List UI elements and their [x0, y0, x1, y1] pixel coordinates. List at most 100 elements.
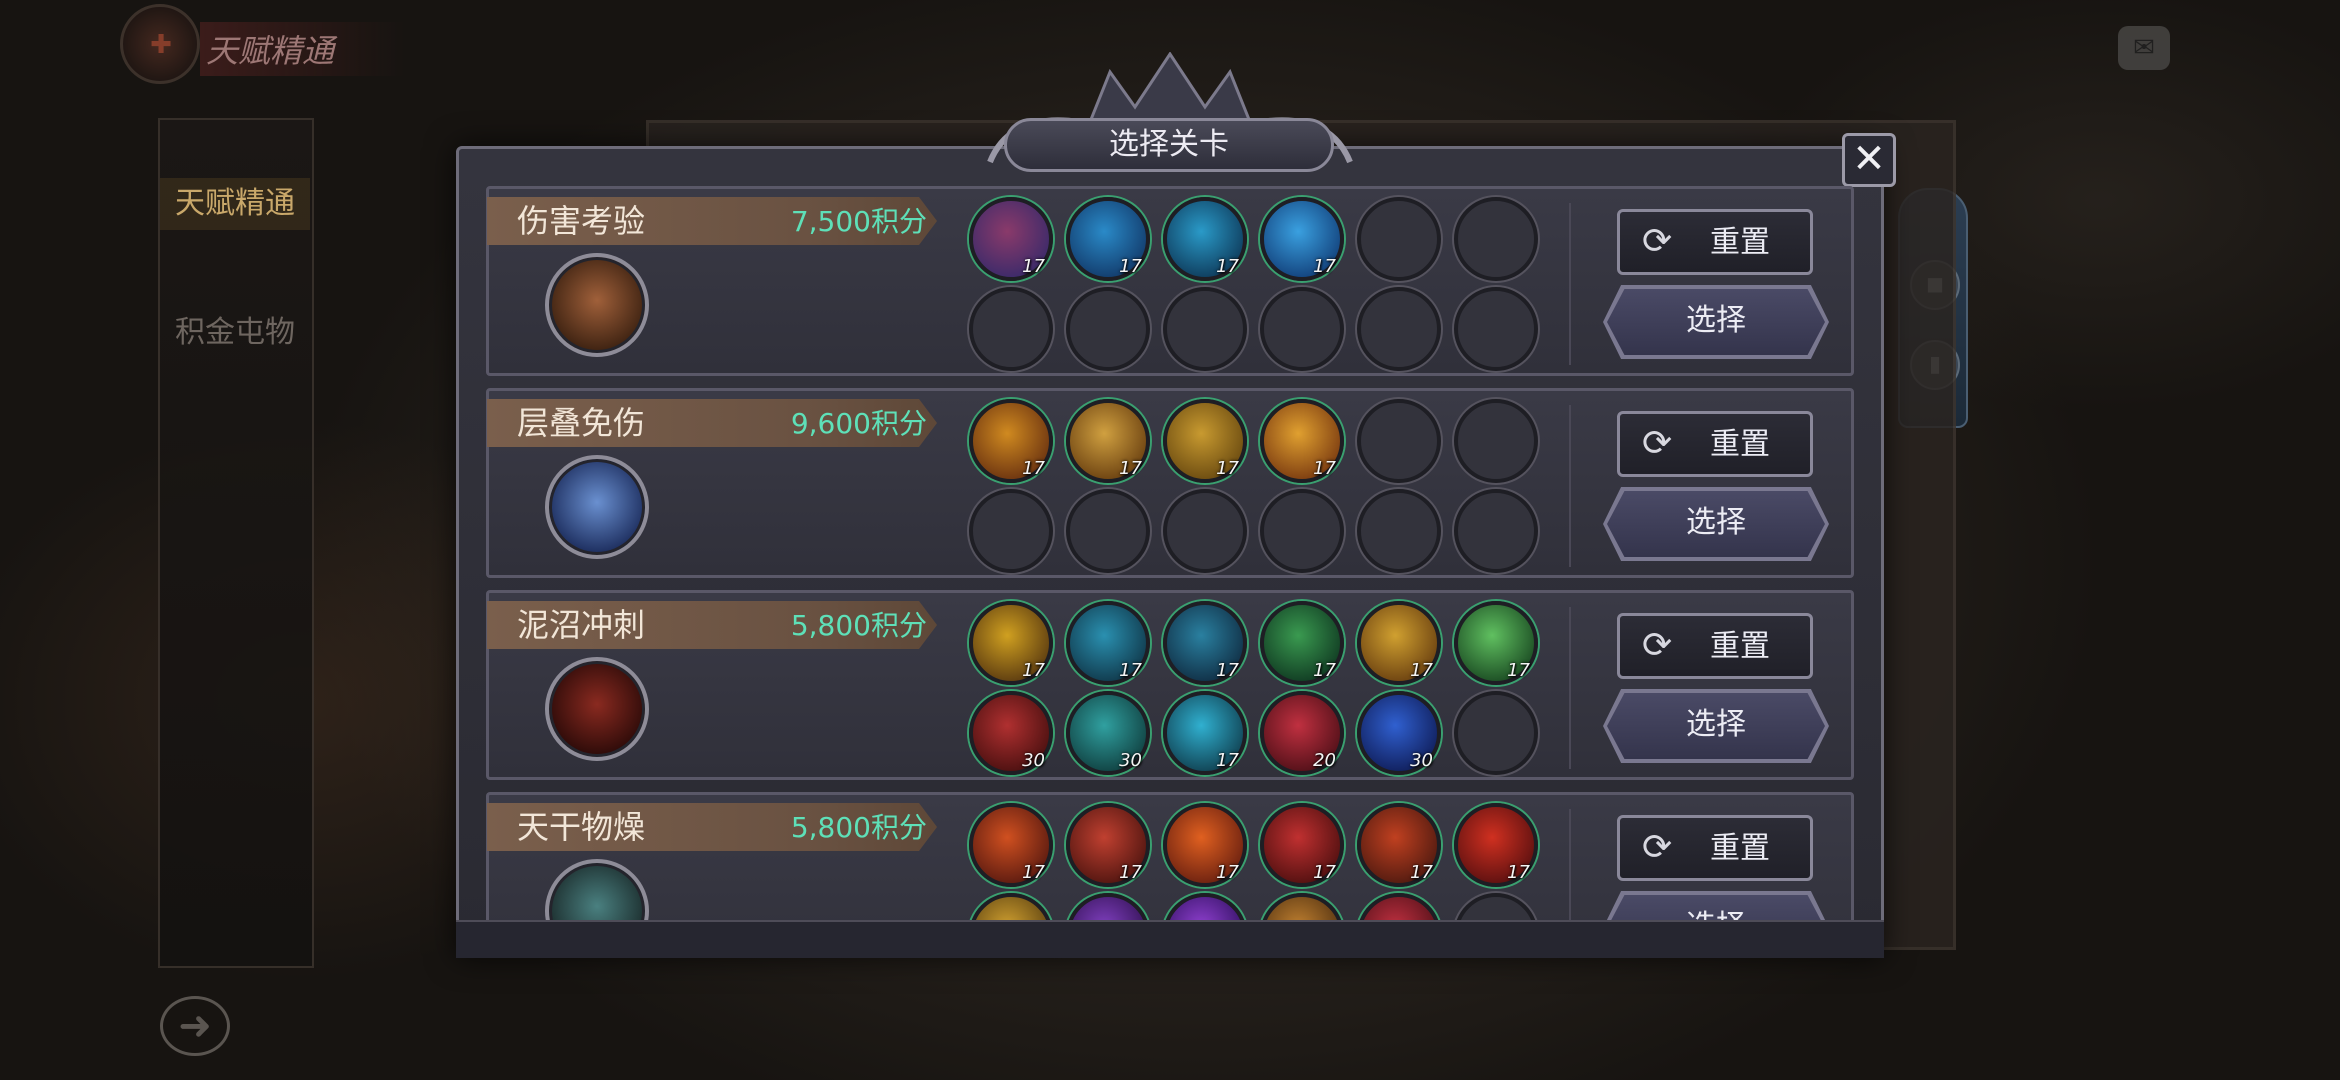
skill-icon[interactable]: 17: [1066, 601, 1150, 685]
skill-icon[interactable]: 17: [1260, 803, 1344, 887]
skill-level: 17: [1507, 862, 1530, 883]
stage-name: 层叠免伤: [517, 404, 646, 442]
armored-beast-boss-avatar[interactable]: [545, 859, 649, 920]
select-button[interactable]: 选择: [1607, 895, 1825, 920]
reset-button[interactable]: ⟳ 重置: [1617, 209, 1813, 275]
back-arrow-icon[interactable]: ➜: [160, 996, 230, 1056]
skill-slots: 17 17 17 17 17 17: [969, 803, 1549, 920]
fire-demon-boss-avatar[interactable]: [545, 657, 649, 761]
skill-level: 17: [1119, 862, 1142, 883]
chat-icon[interactable]: ✉: [2118, 26, 2170, 70]
skill-icon[interactable]: [969, 893, 1053, 920]
empty-skill-slot[interactable]: [969, 489, 1053, 573]
empty-skill-slot[interactable]: [1260, 287, 1344, 371]
skill-icon[interactable]: 17: [1163, 399, 1247, 483]
skill-icon[interactable]: 17: [969, 197, 1053, 281]
skill-level: 17: [1216, 458, 1239, 479]
empty-skill-slot[interactable]: [1260, 489, 1344, 573]
reset-button[interactable]: ⟳ 重置: [1617, 815, 1813, 881]
skill-level: 17: [1313, 458, 1336, 479]
refresh-icon: ⟳: [1642, 625, 1673, 666]
skill-icon[interactable]: [1260, 893, 1344, 920]
skill-icon[interactable]: 17: [1066, 197, 1150, 281]
skill-icon[interactable]: 17: [1066, 803, 1150, 887]
stage-row[interactable]: 层叠免伤 9,600积分 17 17 17 17 ⟳ 重置选择: [486, 388, 1854, 578]
skill-icon[interactable]: 17: [1260, 601, 1344, 685]
refresh-icon: ⟳: [1642, 423, 1673, 464]
skill-icon[interactable]: 17: [1357, 601, 1441, 685]
empty-skill-slot[interactable]: [1163, 287, 1247, 371]
skill-level: 17: [1410, 862, 1433, 883]
skill-icon[interactable]: 17: [969, 399, 1053, 483]
skill-icon[interactable]: 17: [1163, 601, 1247, 685]
skill-level: 17: [1313, 862, 1336, 883]
skill-slots: 17 17 17 17: [969, 399, 1549, 579]
page-title: 天赋精通: [200, 22, 405, 76]
empty-skill-slot[interactable]: [1066, 287, 1150, 371]
empty-skill-slot[interactable]: [1454, 893, 1538, 920]
row-divider: [1569, 203, 1571, 365]
empty-skill-slot[interactable]: [1454, 691, 1538, 775]
skill-level: 17: [1022, 458, 1045, 479]
stage-name: 泥沼冲刺: [517, 606, 646, 644]
skill-level: 17: [1119, 660, 1142, 681]
skill-icon[interactable]: 17: [1066, 399, 1150, 483]
select-button[interactable]: 选择: [1607, 693, 1825, 759]
ice-golem-boss-avatar[interactable]: [545, 455, 649, 559]
empty-skill-slot[interactable]: [1454, 489, 1538, 573]
empty-skill-slot[interactable]: [1454, 287, 1538, 371]
sidebar-item-hoard[interactable]: 积金屯物: [160, 310, 310, 356]
dialog-title: 选择关卡: [1004, 118, 1334, 172]
sidebar-item-talent[interactable]: 天赋精通: [160, 178, 310, 230]
stage-list[interactable]: 伤害考验 7,500积分 17 17 17 17 ⟳ 重置 选择 层叠免伤 9,600积分 17 17 1…: [486, 186, 1854, 920]
skill-level: 17: [1216, 750, 1239, 771]
empty-skill-slot[interactable]: [1066, 489, 1150, 573]
skill-icon[interactable]: 17: [969, 803, 1053, 887]
stage-row[interactable]: 泥沼冲刺 5,800积分 17 17 17 17 17 17 30 30 17 20 30 ⟳ 重置 选择: [486, 590, 1854, 780]
select-button[interactable]: 选择: [1607, 491, 1825, 557]
skill-level: 17: [1507, 660, 1530, 681]
stage-row[interactable]: 伤害考验 7,500积分 17 17 17 17 ⟳ 重置 选择: [486, 186, 1854, 376]
reset-button[interactable]: ⟳ 重置: [1617, 411, 1813, 477]
empty-skill-slot[interactable]: [1454, 197, 1538, 281]
boar-boss-avatar[interactable]: [545, 253, 649, 357]
reset-label: 重置: [1710, 831, 1770, 866]
row-divider: [1569, 405, 1571, 567]
skill-level: 20: [1313, 750, 1336, 771]
skill-icon[interactable]: [1066, 893, 1150, 920]
skill-icon[interactable]: 17: [1357, 803, 1441, 887]
skill-icon[interactable]: [1163, 893, 1247, 920]
reset-label: 重置: [1710, 225, 1770, 260]
skill-icon[interactable]: 17: [1454, 601, 1538, 685]
empty-skill-slot[interactable]: [1357, 287, 1441, 371]
empty-skill-slot[interactable]: [1357, 399, 1441, 483]
skill-icon[interactable]: 17: [1260, 399, 1344, 483]
skill-level: 30: [1022, 750, 1045, 771]
skill-icon[interactable]: 20: [1260, 691, 1344, 775]
skill-icon[interactable]: 30: [969, 691, 1053, 775]
select-button[interactable]: 选择: [1607, 289, 1825, 355]
empty-skill-slot[interactable]: [969, 287, 1053, 371]
reset-button[interactable]: ⟳ 重置: [1617, 613, 1813, 679]
skill-icon[interactable]: 17: [1454, 803, 1538, 887]
skill-icon[interactable]: 17: [1163, 691, 1247, 775]
skill-icon[interactable]: 17: [1260, 197, 1344, 281]
skill-level: 17: [1022, 862, 1045, 883]
close-icon[interactable]: ✕: [1842, 133, 1896, 187]
skill-icon[interactable]: 17: [1163, 803, 1247, 887]
skill-icon[interactable]: 30: [1066, 691, 1150, 775]
skill-slots: 17 17 17 17 17 17 30 30 17 20 30: [969, 601, 1549, 781]
skill-icon[interactable]: 17: [1163, 197, 1247, 281]
stage-score: 9,600积分: [790, 407, 927, 440]
skill-level: 17: [1216, 862, 1239, 883]
stage-row[interactable]: 天干物燥 5,800积分 17 17 17 17 17 17 ⟳ 重置选择: [486, 792, 1854, 920]
reset-label: 重置: [1710, 629, 1770, 664]
skill-icon[interactable]: 30: [1357, 691, 1441, 775]
empty-skill-slot[interactable]: [1357, 197, 1441, 281]
empty-skill-slot[interactable]: [1357, 489, 1441, 573]
empty-skill-slot[interactable]: [1163, 489, 1247, 573]
empty-skill-slot[interactable]: [1454, 399, 1538, 483]
skill-level: 30: [1410, 750, 1433, 771]
skill-icon[interactable]: [1357, 893, 1441, 920]
skill-icon[interactable]: 17: [969, 601, 1053, 685]
